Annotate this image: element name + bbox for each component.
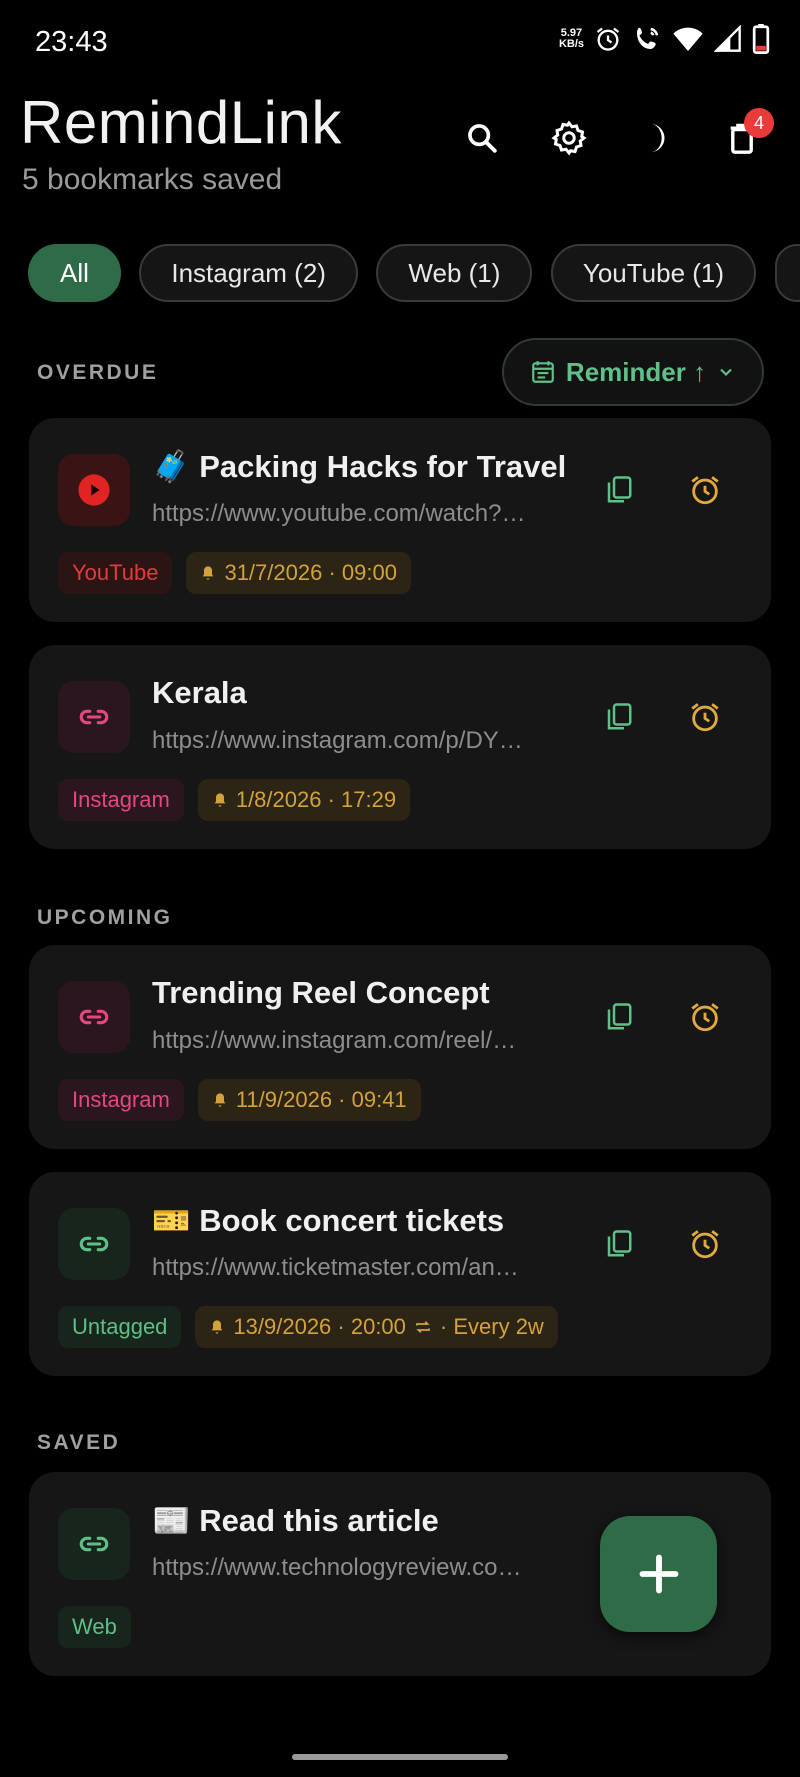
set-reminder-button[interactable]	[683, 468, 727, 512]
link-icon	[79, 1536, 109, 1552]
bell-icon	[212, 1320, 223, 1334]
bell-icon	[203, 566, 214, 580]
net-speed-indicator: 5.97 KB/s	[558, 27, 584, 50]
wifi-icon	[673, 27, 703, 51]
copy-icon	[607, 476, 632, 503]
status-icons: 5.97 KB/s	[559, 24, 770, 54]
reminder-chip[interactable]: 31/7/2026 · 09:00	[186, 552, 411, 594]
sort-label: Reminder ↑	[565, 356, 707, 387]
bell-icon	[214, 793, 226, 807]
platform-tag[interactable]: Web	[58, 1606, 131, 1648]
status-bar: 23:43 5.97 KB/s	[0, 0, 800, 86]
home-gesture-bar[interactable]	[292, 1754, 508, 1760]
link-thumbnail	[58, 1208, 130, 1280]
bookmark-tags: Web	[58, 1606, 131, 1648]
bookmark-title: Kerala	[152, 675, 247, 710]
platform-tag[interactable]: Instagram	[58, 779, 184, 821]
reminder-chip[interactable]: 11/9/2026 · 09:41	[197, 1079, 421, 1121]
bookmark-url: https://www.ticketmaster.com/an…	[152, 1254, 519, 1281]
bookmark-tags: Instagram 1/8/2026 · 17:29	[58, 779, 411, 821]
link-icon	[79, 1236, 109, 1252]
alarm-clock-icon	[691, 703, 719, 732]
status-time: 23:43	[35, 26, 108, 58]
bookmark-count: 5 bookmarks saved	[22, 163, 283, 196]
platform-tag[interactable]: Instagram	[58, 1079, 184, 1121]
settings-button[interactable]	[543, 112, 595, 164]
bookmark-url: https://www.instagram.com/p/DY…	[152, 727, 523, 754]
filter-chips: All Instagram (2) Web (1) YouTube (1)	[28, 244, 800, 304]
reminder-datetime: 1/8/2026 · 17:29	[235, 787, 397, 812]
bookmark-title: 🎫 Book concert tickets	[152, 1203, 505, 1238]
reminder-chip[interactable]: 13/9/2026 · 20:00 · Every 2w	[195, 1306, 558, 1348]
bookmark-card[interactable]: Kerala https://www.instagram.com/p/DY… I…	[29, 645, 771, 849]
bookmark-title: 🧳 Packing Hacks for Travel	[152, 449, 567, 484]
youtube-thumbnail	[58, 454, 130, 526]
set-reminder-button[interactable]	[683, 695, 727, 739]
link-icon	[79, 709, 109, 725]
bookmark-url: https://www.youtube.com/watch?…	[152, 500, 526, 527]
filter-chip-all[interactable]: All	[28, 244, 121, 302]
bookmark-title: 📰 Read this article	[152, 1503, 439, 1538]
bookmark-card[interactable]: 🎫 Book concert tickets https://www.ticke…	[29, 1172, 771, 1376]
filter-chip-web[interactable]: Web (1)	[376, 244, 533, 302]
gear-icon	[551, 120, 587, 156]
bookmark-tags: YouTube 31/7/2026 · 09:00	[58, 552, 411, 594]
bookmark-card[interactable]: 🧳 Packing Hacks for Travel https://www.y…	[29, 418, 771, 622]
reminder-datetime: 31/7/2026 · 09:00	[224, 560, 397, 585]
set-reminder-button[interactable]	[683, 1222, 727, 1266]
reminder-datetime: 13/9/2026 · 20:00	[233, 1314, 406, 1339]
search-icon	[468, 124, 497, 153]
link-thumbnail	[58, 1508, 130, 1580]
alarm-clock-icon	[691, 476, 719, 505]
copy-icon	[607, 703, 632, 730]
reminder-chip[interactable]: 1/8/2026 · 17:29	[197, 779, 411, 821]
bell-icon	[214, 1093, 226, 1107]
filter-chip-youtube[interactable]: YouTube (1)	[550, 244, 757, 302]
bookmark-tags: Instagram 11/9/2026 · 09:41	[58, 1079, 421, 1121]
reminder-datetime: 11/9/2026 · 09:41	[235, 1087, 407, 1112]
repeat-icon	[416, 1321, 430, 1333]
link-thumbnail	[58, 981, 130, 1053]
section-upcoming: UPCOMING	[37, 906, 173, 929]
copy-icon	[607, 1003, 632, 1030]
alarm-status-icon	[596, 27, 620, 51]
copy-link-button[interactable]	[597, 1222, 641, 1266]
platform-tag[interactable]: YouTube	[58, 552, 173, 594]
alarm-clock-icon	[691, 1003, 719, 1032]
search-button[interactable]	[456, 112, 508, 164]
link-icon	[79, 1009, 109, 1025]
platform-tag[interactable]: Untagged	[58, 1306, 182, 1348]
set-reminder-button[interactable]	[683, 995, 727, 1039]
filter-chip-instagram[interactable]: Instagram (2)	[139, 244, 358, 302]
section-overdue: OVERDUE	[37, 361, 159, 384]
theme-toggle-button[interactable]	[630, 112, 682, 164]
moon-icon	[650, 123, 665, 153]
chevron-down-icon	[720, 368, 732, 377]
signal-icon	[714, 25, 741, 52]
bookmark-card[interactable]: Trending Reel Concept https://www.instag…	[29, 945, 771, 1149]
bookmark-tags: Untagged 13/9/2026 · 20:00 · Every 2w	[58, 1306, 558, 1348]
plus-icon	[639, 1554, 678, 1594]
alarm-clock-icon	[691, 1230, 719, 1259]
trash-count-badge: 4	[744, 108, 774, 138]
youtube-play-icon	[78, 474, 110, 506]
copy-link-button[interactable]	[597, 468, 641, 512]
section-saved: SAVED	[37, 1431, 121, 1454]
link-thumbnail	[58, 681, 130, 753]
bookmark-url: https://www.instagram.com/reel/…	[152, 1027, 517, 1054]
battery-icon	[752, 24, 770, 54]
copy-link-button[interactable]	[597, 995, 641, 1039]
trash-button[interactable]: 4	[716, 108, 774, 164]
filter-chip-more[interactable]	[774, 244, 800, 302]
bookmark-url: https://www.technologyreview.co…	[152, 1554, 522, 1581]
repeat-interval: · Every 2w	[439, 1314, 544, 1339]
app-title: RemindLink	[20, 89, 342, 156]
sort-button[interactable]: Reminder ↑	[502, 338, 764, 406]
calendar-icon	[532, 361, 554, 383]
copy-link-button[interactable]	[597, 695, 641, 739]
copy-icon	[607, 1230, 632, 1257]
add-bookmark-button[interactable]	[600, 1516, 717, 1632]
wifi-call-icon	[637, 27, 659, 49]
bookmark-title: Trending Reel Concept	[152, 975, 490, 1010]
